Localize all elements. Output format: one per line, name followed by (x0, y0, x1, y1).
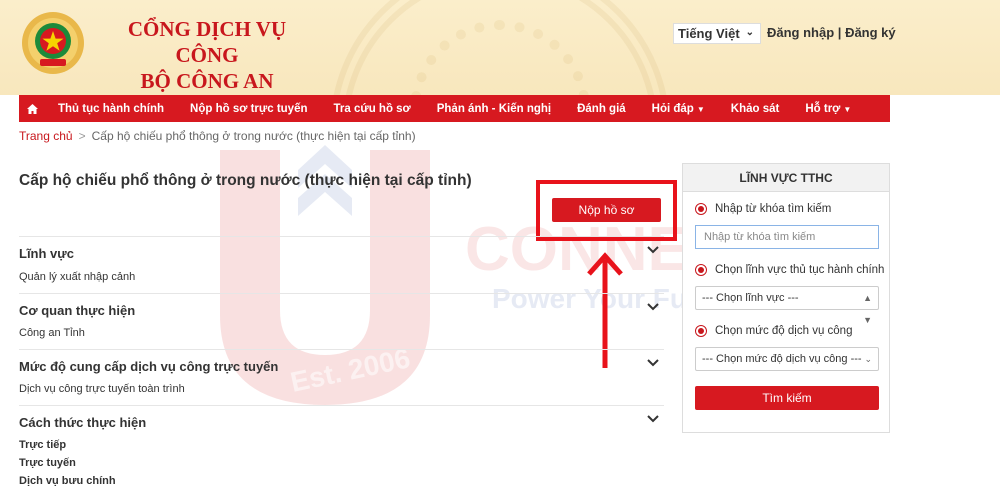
caret-down-icon: ▼ (696, 104, 705, 114)
police-emblem-icon[interactable] (20, 10, 86, 76)
nav-item-evaluation[interactable]: Đánh giá (564, 103, 639, 115)
nav-item-survey[interactable]: Khảo sát (718, 103, 793, 115)
auth-links: Đăng nhập | Đăng ký (767, 25, 896, 40)
nav-item-administrative-procedures[interactable]: Thủ tục hành chính (45, 103, 177, 115)
keyword-label: Nhập từ khóa tìm kiếm (715, 203, 832, 215)
section-service-level[interactable]: Mức độ cung cấp dịch vụ công trực tuyến … (19, 349, 664, 405)
section-agency[interactable]: Cơ quan thực hiện Công an Tỉnh (19, 293, 664, 349)
keyword-input[interactable] (695, 225, 879, 249)
radio-selected-icon[interactable] (695, 325, 707, 337)
nav-item-support[interactable]: Hỗ trợ ▼ (792, 103, 864, 115)
level-select[interactable]: --- Chọn mức độ dịch vụ công --- ⌄ (695, 347, 879, 371)
chevron-down-icon[interactable] (646, 356, 660, 370)
section-value: Công an Tỉnh (19, 327, 85, 339)
site-title-line1: CỔNG DỊCH VỤ CÔNG (127, 17, 287, 67)
section-methods[interactable]: Cách thức thực hiện Trực tiếp Trực tuyến… (19, 405, 664, 500)
breadcrumb-home[interactable]: Trang chủ (19, 129, 73, 143)
section-title: Lĩnh vực (19, 246, 74, 261)
level-label: Chọn mức độ dịch vụ công (715, 325, 853, 337)
caret-down-icon: ▼ (843, 104, 852, 114)
language-select[interactable]: Tiếng Việt ⌄ (673, 23, 761, 44)
breadcrumb-separator: > (78, 129, 86, 143)
search-sidebar: LĨNH VỰC TTHC Nhập từ khóa tìm kiếm Chọn… (682, 163, 890, 433)
level-radio-row[interactable]: Chọn mức độ dịch vụ công (695, 325, 852, 337)
sidebar-title: LĨNH VỰC TTHC (683, 164, 889, 192)
breadcrumb-current: Cấp hộ chiếu phổ thông ở trong nước (thự… (91, 129, 416, 143)
chevron-down-icon: ▲ ▼ (863, 293, 872, 325)
field-select[interactable]: --- Chọn lĩnh vực --- ▲ ▼ (695, 286, 879, 325)
level-select-value: --- Chọn mức độ dịch vụ công --- (702, 353, 862, 365)
radio-selected-icon[interactable] (695, 203, 707, 215)
page-title: Cấp hộ chiếu phổ thông ở trong nước (thự… (19, 172, 472, 189)
search-button[interactable]: Tìm kiếm (695, 386, 879, 410)
section-field[interactable]: Lĩnh vực Quản lý xuất nhập cảnh (19, 236, 664, 293)
language-value: Tiếng Việt (678, 26, 740, 41)
radio-selected-icon[interactable] (695, 264, 707, 276)
chevron-down-icon: ⌄ (864, 354, 872, 364)
site-header: CỔNG DỊCH VỤ CÔNG BỘ CÔNG AN Tiếng Việt … (0, 0, 1000, 95)
site-title[interactable]: CỔNG DỊCH VỤ CÔNG BỘ CÔNG AN (112, 16, 302, 94)
section-value: Quản lý xuất nhập cảnh (19, 271, 136, 283)
keyword-radio-row[interactable]: Nhập từ khóa tìm kiếm (695, 203, 831, 215)
chevron-down-icon[interactable] (646, 300, 660, 314)
chevron-down-icon[interactable] (646, 243, 660, 257)
field-select-value: --- Chọn lĩnh vực --- (702, 292, 799, 304)
nav-item-online-submission[interactable]: Nộp hồ sơ trực tuyến (177, 103, 320, 115)
method-item: Trực tiếp (19, 439, 67, 451)
nav-home[interactable] (19, 103, 45, 114)
auth-separator: | (837, 25, 842, 40)
method-item: Dịch vụ bưu chính (19, 475, 116, 487)
field-label: Chọn lĩnh vực thủ tục hành chính (715, 264, 885, 276)
nav-item-feedback[interactable]: Phản ánh - Kiến nghị (424, 103, 564, 115)
site-title-line2: BỘ CÔNG AN (140, 69, 274, 93)
nav-item-dossier-lookup[interactable]: Tra cứu hồ sơ (321, 103, 424, 115)
method-item: Trực tuyến (19, 457, 76, 469)
highlight-box (536, 180, 677, 241)
nav-item-faq[interactable]: Hỏi đáp ▼ (639, 103, 718, 115)
section-title: Cơ quan thực hiện (19, 303, 136, 318)
home-icon (26, 103, 38, 114)
login-link[interactable]: Đăng nhập (767, 25, 834, 40)
section-title: Cách thức thực hiện (19, 415, 147, 430)
section-title: Mức độ cung cấp dịch vụ công trực tuyến (19, 359, 279, 374)
field-radio-row[interactable]: Chọn lĩnh vực thủ tục hành chính (695, 264, 884, 276)
chevron-down-icon: ⌄ (745, 27, 754, 38)
breadcrumb: Trang chủ > Cấp hộ chiếu phổ thông ở trong… (19, 129, 416, 143)
section-value: Dịch vụ công trực tuyến toàn trình (19, 383, 185, 395)
chevron-down-icon[interactable] (646, 412, 660, 426)
register-link[interactable]: Đăng ký (845, 25, 896, 40)
main-nav: Thủ tục hành chính Nộp hồ sơ trực tuyến … (19, 95, 890, 122)
